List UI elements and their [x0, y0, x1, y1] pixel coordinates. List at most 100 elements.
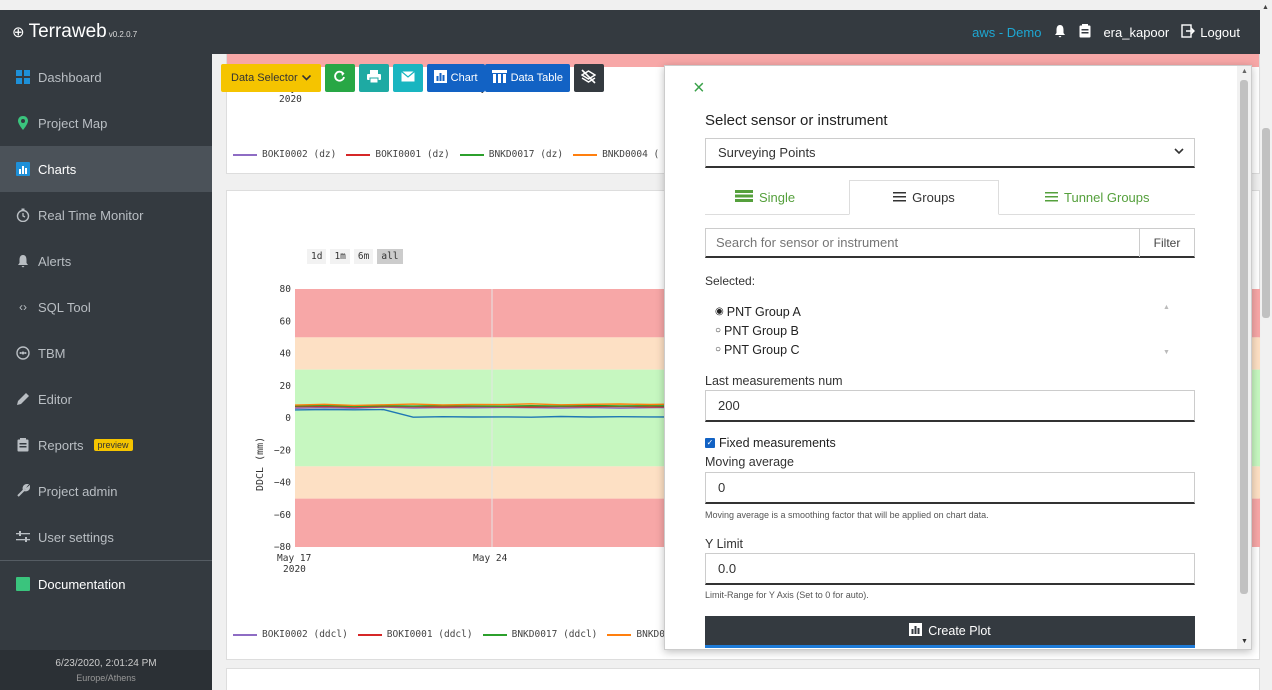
sidebar-item-alerts[interactable]: Alerts [0, 238, 212, 284]
scroll-down-arrow[interactable]: ▼ [1241, 638, 1248, 645]
sidebar-item-dashboard[interactable]: Dashboard [0, 54, 212, 100]
sidebar-item-tbm[interactable]: TBM [0, 330, 212, 376]
map-pin-icon [16, 116, 30, 130]
legend-swatch [346, 153, 371, 156]
scroll-down-arrow[interactable]: ▼ [1163, 349, 1170, 356]
scrollbar-thumb[interactable] [1262, 128, 1270, 318]
sidebar-item-editor[interactable]: Editor [0, 376, 212, 422]
tab-groups[interactable]: Groups [849, 180, 999, 215]
range-button-1m[interactable]: 1m [330, 249, 350, 264]
sidebar-item-label: Reports [38, 437, 84, 453]
chart-view-label: Chart [450, 72, 478, 84]
sidebar: Dashboard Project Map Charts Real Time M… [0, 54, 212, 690]
scroll-up-arrow[interactable]: ▲ [1163, 304, 1170, 311]
preview-badge: preview [93, 439, 133, 451]
sidebar-item-project-map[interactable]: Project Map [0, 100, 212, 146]
chart-icon [433, 70, 447, 86]
layers-off-icon [581, 69, 597, 87]
sidebar-item-user-settings[interactable]: User settings [0, 514, 212, 560]
sensor-search: Filter [705, 228, 1195, 258]
clipboard-icon[interactable] [1079, 23, 1091, 41]
fixed-measurements-checkbox[interactable]: ✓ Fixed measurements [705, 436, 836, 450]
moving-avg-input[interactable]: 0 [705, 472, 1195, 504]
y-tick-label: −80 [274, 542, 291, 553]
scroll-up-arrow[interactable]: ▲ [1241, 68, 1248, 75]
range-selector: 1d 1m 6m all [307, 249, 403, 264]
legend-item[interactable]: BNKD0017 (ddcl) [482, 629, 598, 640]
chart-icon [16, 162, 30, 176]
radio-unchecked-icon: ○ [715, 325, 722, 336]
refresh-button[interactable] [324, 64, 355, 92]
page-scrollbar[interactable]: ▲ [1260, 0, 1272, 690]
username-label[interactable]: era_kapoor [1103, 25, 1169, 40]
environment-link[interactable]: aws - Demo [972, 25, 1041, 40]
y-tick-label: 20 [280, 381, 292, 392]
brand-logo[interactable]: ⊕ Terraweb v0.2.0.7 [0, 21, 137, 43]
sidebar-item-real-time-monitor[interactable]: Real Time Monitor [0, 192, 212, 238]
group-option[interactable]: ○ PNT Group C [705, 340, 1175, 359]
logout-button[interactable]: Logout [1181, 23, 1240, 41]
chart-view-button[interactable]: Chart [426, 64, 485, 92]
legend-swatch [357, 633, 382, 636]
group-option[interactable]: ○ PNT Group B [705, 321, 1175, 340]
group-label: PNT Group B [724, 323, 799, 338]
data-selector-button[interactable]: Data Selector [221, 64, 321, 92]
close-icon[interactable]: × [693, 78, 705, 98]
group-option[interactable]: ◉ PNT Group A [705, 302, 1175, 321]
layers-button[interactable] [573, 64, 604, 92]
legend-item[interactable]: BOKI0001 (dz) [346, 149, 450, 160]
sidebar-item-label: User settings [38, 529, 114, 545]
scrollbar-thumb[interactable] [1240, 80, 1248, 594]
tab-label: Groups [912, 190, 955, 205]
y-tick-label: 0 [285, 413, 291, 424]
table-icon [491, 70, 507, 86]
group-list: ◉ PNT Group A ○ PNT Group B ○ PNT Group C [705, 302, 1175, 358]
filter-button[interactable]: Filter [1139, 229, 1194, 257]
dashboard-icon [16, 70, 30, 84]
envelope-icon [400, 71, 415, 85]
ylimit-label: Y Limit [705, 537, 743, 551]
search-input[interactable] [706, 229, 1126, 255]
moving-avg-help: Moving average is a smoothing factor tha… [705, 510, 989, 520]
globe-icon: ⊕ [12, 24, 25, 41]
data-selector-panel: × Select sensor or instrument Surveying … [664, 65, 1252, 650]
tab-single[interactable]: Single [735, 180, 795, 215]
legend-item[interactable]: BOKI0002 (dz) [233, 149, 336, 160]
range-button-all[interactable]: all [377, 249, 403, 264]
group-list-scrollbar[interactable]: ▲ ▼ [1163, 302, 1173, 358]
sidebar-item-charts[interactable]: Charts [0, 146, 212, 192]
sidebar-item-reports[interactable]: Reports preview [0, 422, 212, 468]
tab-tunnel-groups[interactable]: Tunnel Groups [1045, 180, 1150, 215]
sidebar-item-label: SQL Tool [38, 299, 91, 315]
range-button-6m[interactable]: 6m [353, 249, 374, 264]
y-axis-label: DDCL (mm) [255, 436, 266, 491]
legend-item[interactable]: BNKD0004 ( [573, 149, 659, 160]
data-selector-label: Data Selector [231, 72, 298, 84]
sidebar-item-project-admin[interactable]: Project admin [0, 468, 212, 514]
legend-item[interactable]: BNKD0 [607, 629, 665, 640]
refresh-icon [333, 70, 346, 86]
range-button-1d[interactable]: 1d [307, 249, 327, 264]
sidebar-item-documentation[interactable]: Documentation [0, 561, 212, 607]
scroll-up-arrow[interactable]: ▲ [1262, 4, 1269, 11]
create-plot-button[interactable]: Create Plot [705, 616, 1195, 648]
panel-scrollbar[interactable]: ▲ ▼ [1237, 66, 1251, 649]
ylimit-input[interactable]: 0.0 [705, 553, 1195, 585]
data-table-button[interactable]: Data Table [484, 64, 570, 92]
sidebar-item-label: Alerts [38, 253, 72, 269]
legend-item[interactable]: BNKD0017 (dz) [459, 149, 563, 160]
legend-item[interactable]: BOKI0001 (ddcl) [357, 629, 473, 640]
email-button[interactable] [392, 64, 423, 92]
tab-label: Single [759, 190, 796, 205]
sidebar-item-sql-tool[interactable]: ‹› SQL Tool [0, 284, 212, 330]
legend-item[interactable]: BOKI0002 (ddcl) [233, 629, 348, 640]
legend-label: BNKD0017 (ddcl) [511, 629, 598, 640]
print-button[interactable] [358, 64, 389, 92]
last-meas-input[interactable]: 200 [705, 390, 1195, 422]
sidebar-item-label: TBM [38, 345, 66, 361]
top-navbar: ⊕ Terraweb v0.2.0.7 aws - Demo era_kapoo… [0, 10, 1260, 54]
logout-icon [1181, 23, 1196, 41]
version-label: v0.2.0.7 [108, 30, 138, 39]
instrument-type-select[interactable]: Surveying Points [705, 138, 1195, 168]
bell-icon[interactable] [1053, 24, 1067, 41]
